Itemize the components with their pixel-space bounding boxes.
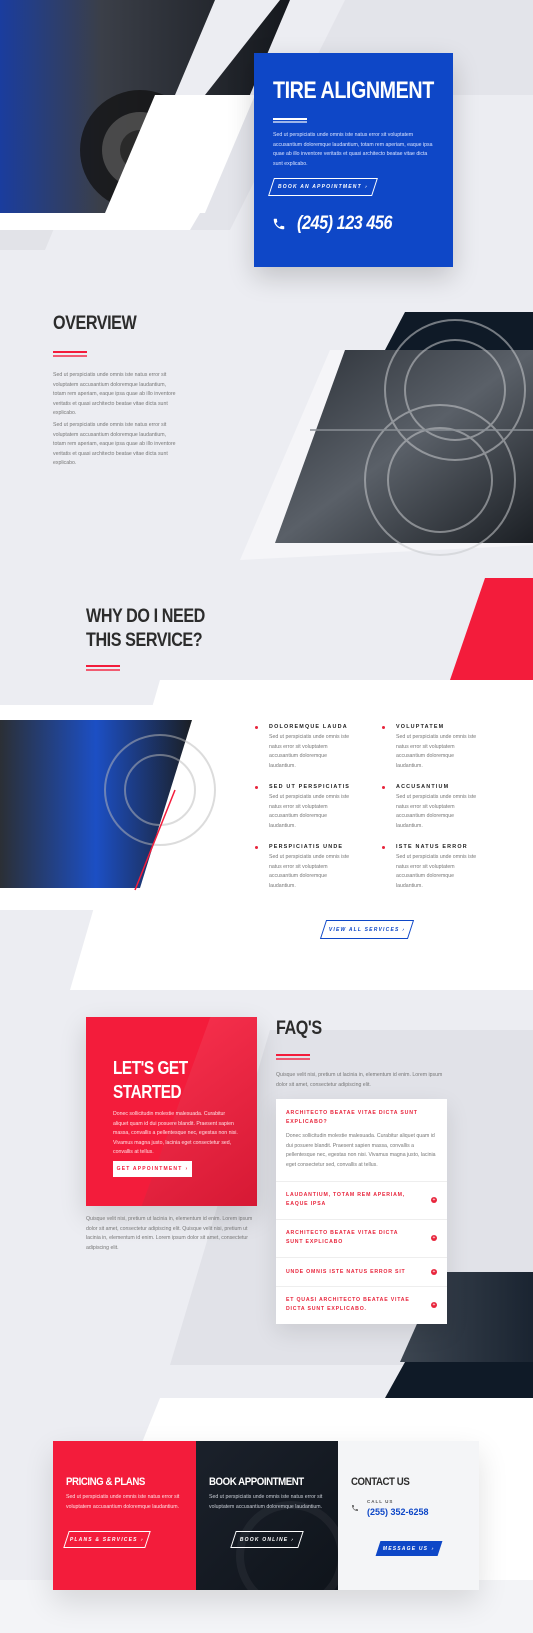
service-item: ISTE NATUS ERROR Sed ut perspiciatis und… (382, 844, 502, 891)
plus-icon: + (431, 1235, 437, 1241)
overview-underline (53, 351, 87, 353)
book-block: BOOK APPOINTMENT Sed ut perspiciatis und… (196, 1441, 338, 1590)
hero-text: Sed ut perspiciatis unde omnis iste natu… (273, 132, 433, 167)
plans-services-button[interactable]: PLANS & SERVICES › (63, 1531, 151, 1548)
get-appointment-button[interactable]: GET APPOINTMENT › (113, 1161, 192, 1177)
started-text: Donec sollicitudin molestie malesuada. C… (113, 1111, 238, 1155)
started-card: LET'S GET STARTED Donec sollicitudin mol… (86, 1017, 257, 1206)
overview-paragraph-1: Sed ut perspiciatis unde omnis iste natu… (53, 372, 176, 416)
overview-image (275, 350, 533, 543)
contact-block: CONTACT US CALL US (255) 352-6258 MESSAG… (338, 1441, 479, 1590)
contact-title: CONTACT US (351, 1476, 410, 1488)
faq-answer: Donec sollicitudin molestie malesuada. C… (286, 1133, 436, 1168)
call-us-label: CALL US (367, 1499, 394, 1504)
contact-phone[interactable]: (255) 352-6258 (367, 1507, 429, 1517)
cta-panel: PRICING & PLANS Sed ut perspiciatis unde… (53, 1441, 479, 1590)
faq-accordion: ARCHITECTO BEATAE VITAE DICTA SUNT EXPLI… (276, 1099, 447, 1324)
faq-item[interactable]: ARCHITECTO BEATAE VITAE DICTA SUNT EXPLI… (276, 1219, 447, 1257)
faq-item-open[interactable]: ARCHITECTO BEATAE VITAE DICTA SUNT EXPLI… (286, 1109, 436, 1170)
plus-icon: + (431, 1197, 437, 1203)
faq-item[interactable]: UNDE OMNIS ISTE NATUS ERROR SIT + (276, 1257, 447, 1286)
service-item: PERSPICIATIS UNDE Sed ut perspiciatis un… (255, 844, 375, 891)
plus-icon: + (431, 1302, 437, 1308)
service-item: SED UT PERSPICIATIS Sed ut perspiciatis … (255, 784, 375, 831)
why-underline (86, 665, 120, 667)
pricing-title: PRICING & PLANS (66, 1476, 145, 1488)
book-online-button[interactable]: BOOK ONLINE › (230, 1531, 304, 1548)
started-title-line2: STARTED (113, 1082, 182, 1102)
book-appointment-button[interactable]: BOOK AN APPOINTMENT › (268, 178, 378, 196)
pricing-text: Sed ut perspiciatis unde omnis iste natu… (66, 1494, 180, 1510)
service-item: ACCUSANTIUM Sed ut perspiciatis unde omn… (382, 784, 502, 831)
hero-card: TIRE ALIGNMENT Sed ut perspiciatis unde … (254, 53, 453, 267)
why-title-line1: WHY DO I NEED (86, 606, 205, 627)
service-item: DOLOREMQUE LAUDA Sed ut perspiciatis und… (255, 724, 375, 771)
hero-phone[interactable]: (245) 123 456 (297, 213, 392, 235)
why-title-line2: THIS SERVICE? (86, 630, 203, 651)
plus-icon: + (431, 1269, 437, 1275)
phone-icon (272, 217, 286, 231)
faq-intro: Quisque velit nisi, pretium ut lacinia i… (276, 1072, 443, 1088)
overview-title: OVERVIEW (53, 313, 137, 334)
faq-underline (276, 1054, 310, 1056)
book-text: Sed ut perspiciatis unde omnis iste natu… (209, 1494, 323, 1510)
faq-item[interactable]: ET QUASI ARCHITECTO BEATAE VITAE DICTA S… (276, 1286, 447, 1324)
started-title-line1: LET'S GET (113, 1058, 188, 1078)
overview-paragraph-2: Sed ut perspiciatis unde omnis iste natu… (53, 422, 176, 466)
phone-icon (351, 1499, 359, 1511)
book-title: BOOK APPOINTMENT (209, 1476, 304, 1488)
faq-item[interactable]: LAUDANTIUM, TOTAM REM APERIAM, EAQUE IPS… (276, 1181, 447, 1219)
hero-title: TIRE ALIGNMENT (273, 77, 434, 104)
started-below-text: Quisque velit nisi, pretium ut lacinia i… (86, 1216, 253, 1251)
view-all-services-button[interactable]: VIEW ALL SERVICES › (319, 920, 415, 939)
message-us-button[interactable]: MESSAGE US › (375, 1541, 443, 1556)
pricing-block: PRICING & PLANS Sed ut perspiciatis unde… (53, 1441, 196, 1590)
faq-title: FAQ'S (276, 1018, 322, 1039)
service-item: VOLUPTATEM Sed ut perspiciatis unde omni… (382, 724, 502, 771)
hero-title-underline (273, 118, 307, 120)
